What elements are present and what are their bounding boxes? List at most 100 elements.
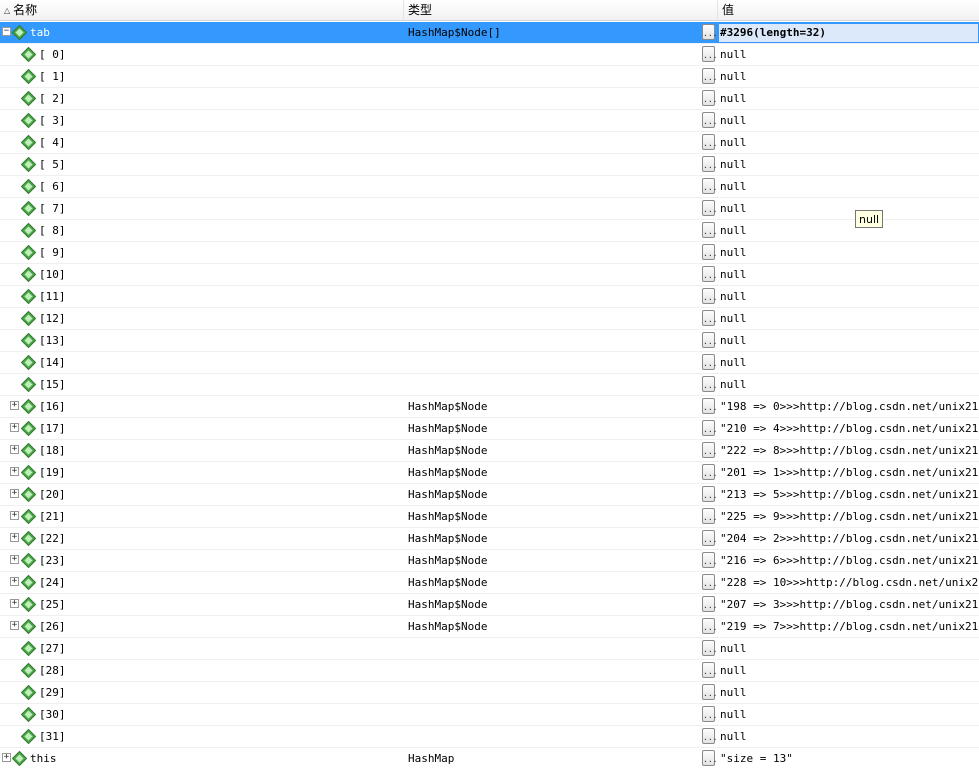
column-header-value[interactable]: 值 [718, 0, 979, 21]
name-cell: [14] [0, 352, 404, 373]
inspect-value-button[interactable]: ... [702, 398, 717, 414]
variable-value: null [720, 92, 747, 105]
expand-icon[interactable]: + [10, 511, 19, 520]
inspect-value-button[interactable]: ... [702, 90, 717, 106]
variable-name: [23] [39, 554, 66, 567]
tree-row[interactable]: [ 9]... null [0, 242, 979, 264]
tree-row[interactable]: [ 4]... null [0, 132, 979, 154]
name-cell: + [20] [0, 484, 404, 505]
expand-icon[interactable]: + [10, 533, 19, 542]
expand-icon[interactable]: + [10, 401, 19, 410]
tree-row[interactable]: + [21] HashMap$Node... "225 => 9>>>http://b… [0, 506, 979, 528]
tree-row[interactable]: [28]... null [0, 660, 979, 682]
inspect-value-button[interactable]: ... [702, 706, 717, 722]
tree-row[interactable]: [ 1]... null [0, 66, 979, 88]
inspect-value-button[interactable]: ... [702, 288, 717, 304]
tree-row[interactable]: [15]... null [0, 374, 979, 396]
column-header-type[interactable]: 类型 [404, 0, 718, 21]
collapse-icon[interactable]: − [2, 27, 11, 36]
inspect-value-button[interactable]: ... [702, 332, 717, 348]
tree-row[interactable]: [ 0]... null [0, 44, 979, 66]
tree-row[interactable]: [27]... null [0, 638, 979, 660]
inspect-value-button[interactable]: ... [702, 728, 717, 744]
inspect-value-button[interactable]: ... [702, 134, 717, 150]
name-cell: [13] [0, 330, 404, 351]
inspect-value-button[interactable]: ... [702, 662, 717, 678]
tree-row-selected[interactable]: − tab HashMap$Node[]... #3296(length=32) [0, 22, 979, 44]
tree-row[interactable]: [31]... null [0, 726, 979, 748]
tree-row[interactable]: + [18] HashMap$Node... "222 => 8>>>http://b… [0, 440, 979, 462]
inspect-value-button[interactable]: ... [702, 640, 717, 656]
tree-row[interactable]: + [20] HashMap$Node... "213 => 5>>>http://b… [0, 484, 979, 506]
name-cell: [11] [0, 286, 404, 307]
inspect-value-button[interactable]: ... [702, 354, 717, 370]
variable-type [408, 110, 698, 131]
tree-row[interactable]: [ 8]... null [0, 220, 979, 242]
inspect-value-button[interactable]: ... [702, 46, 717, 62]
inspect-value-button[interactable]: ... [702, 68, 717, 84]
tree-row[interactable]: [ 6]... null [0, 176, 979, 198]
variable-type [408, 88, 698, 109]
inspect-value-button[interactable]: ... [702, 618, 717, 634]
inspect-value-button[interactable]: ... [702, 574, 717, 590]
tree-row[interactable]: + [22] HashMap$Node... "204 => 2>>>http://b… [0, 528, 979, 550]
inspect-value-button[interactable]: ... [702, 178, 717, 194]
tree-row[interactable]: + [16] HashMap$Node... "198 => 0>>>http://b… [0, 396, 979, 418]
tree-row[interactable]: [30]... null [0, 704, 979, 726]
inspect-value-button[interactable]: ... [702, 442, 717, 458]
variable-name: [ 7] [39, 202, 66, 215]
inspect-value-button[interactable]: ... [702, 376, 717, 392]
inspect-value-button[interactable]: ... [702, 486, 717, 502]
tree-row[interactable]: [11]... null [0, 286, 979, 308]
field-diamond-icon [21, 113, 36, 128]
tree-row[interactable]: + [24] HashMap$Node... "228 => 10>>>http://… [0, 572, 979, 594]
expand-icon[interactable]: + [10, 555, 19, 564]
tree-row[interactable]: [ 3]... null [0, 110, 979, 132]
inspect-value-button[interactable]: ... [702, 156, 717, 172]
expand-icon[interactable]: + [10, 489, 19, 498]
tree-row[interactable]: [ 7]... null [0, 198, 979, 220]
name-cell: + [19] [0, 462, 404, 483]
tree-row[interactable]: + [25] HashMap$Node... "207 => 3>>>http://b… [0, 594, 979, 616]
expand-icon[interactable]: + [2, 753, 11, 762]
inspect-value-button[interactable]: ... [702, 222, 717, 238]
tree-row[interactable]: + this HashMap... "size = 13" [0, 748, 979, 769]
tree-row[interactable]: + [17] HashMap$Node... "210 => 4>>>http://b… [0, 418, 979, 440]
inspect-value-button[interactable]: ... [702, 552, 717, 568]
expand-icon[interactable]: + [10, 445, 19, 454]
tree-row[interactable]: [ 2]... null [0, 88, 979, 110]
expand-icon[interactable]: + [10, 621, 19, 630]
inspect-value-button[interactable]: ... [702, 112, 717, 128]
tree-row[interactable]: [10]... null [0, 264, 979, 286]
tree-row[interactable]: [14]... null [0, 352, 979, 374]
inspect-value-button[interactable]: ... [702, 596, 717, 612]
inspect-value-button[interactable]: ... [702, 750, 717, 766]
variable-name: tab [30, 26, 50, 39]
inspect-value-button[interactable]: ... [702, 530, 717, 546]
tree-row[interactable]: [12]... null [0, 308, 979, 330]
tree-row[interactable]: [29]... null [0, 682, 979, 704]
inspect-value-button[interactable]: ... [702, 244, 717, 260]
tree-row[interactable]: [ 5]... null [0, 154, 979, 176]
expand-icon[interactable]: + [10, 599, 19, 608]
inspect-value-button[interactable]: ... [702, 464, 717, 480]
expand-icon[interactable]: + [10, 467, 19, 476]
tree-row[interactable]: + [19] HashMap$Node... "201 => 1>>>http://b… [0, 462, 979, 484]
inspect-value-button[interactable]: ... [702, 24, 717, 40]
inspect-value-button[interactable]: ... [702, 684, 717, 700]
name-cell: [ 1] [0, 66, 404, 87]
tree-row[interactable]: [13]... null [0, 330, 979, 352]
inspect-value-button[interactable]: ... [702, 266, 717, 282]
expand-icon[interactable]: + [10, 577, 19, 586]
inspect-value-button[interactable]: ... [702, 508, 717, 524]
inspect-value-button[interactable]: ... [702, 420, 717, 436]
field-diamond-icon [21, 443, 36, 458]
variable-value: null [720, 202, 747, 215]
inspect-value-button[interactable]: ... [702, 200, 717, 216]
inspect-value-button[interactable]: ... [702, 310, 717, 326]
tree-row[interactable]: + [26] HashMap$Node... "219 => 7>>>http://b… [0, 616, 979, 638]
expand-icon[interactable]: + [10, 423, 19, 432]
column-header-name[interactable]: △ 名称 [0, 0, 404, 21]
tree-row[interactable]: + [23] HashMap$Node... "216 => 6>>>http://b… [0, 550, 979, 572]
name-cell: + [25] [0, 594, 404, 615]
